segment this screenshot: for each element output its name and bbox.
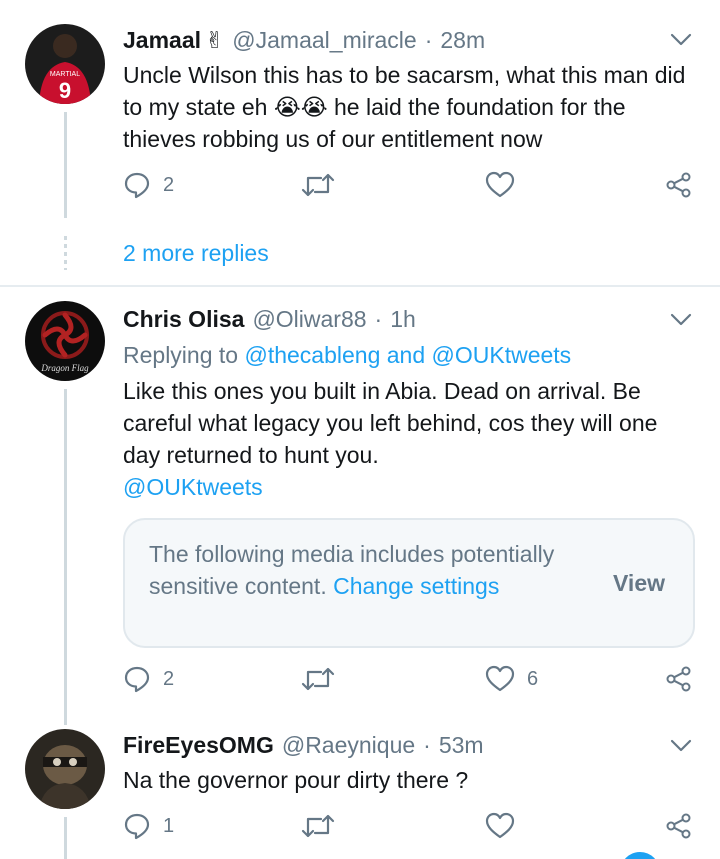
view-button[interactable]: View [613, 570, 665, 597]
share-icon [666, 666, 691, 692]
sensitive-message: The following media includes potentially… [149, 538, 569, 602]
reply-icon [124, 666, 150, 693]
avatar[interactable]: MARTIAL 9 [25, 24, 105, 104]
timestamp[interactable]: 28m [440, 27, 485, 54]
tweet-text: Like this ones you built in Abia. Dead o… [123, 378, 658, 468]
change-settings-link[interactable]: Change settings [333, 573, 499, 599]
reply-button[interactable]: 2 [123, 665, 174, 693]
jersey-number: 9 [59, 78, 71, 103]
like-button[interactable] [485, 171, 527, 199]
avatar[interactable]: Dragon Flag [25, 301, 105, 381]
like-count: 6 [527, 667, 539, 690]
tweet-header: Jamaal ✌ @Jamaal_miracle · 28m [123, 24, 700, 56]
retweet-button[interactable] [301, 171, 347, 199]
thread-line [64, 389, 67, 721]
share-button[interactable] [665, 171, 693, 199]
retweet-button[interactable] [301, 665, 347, 693]
share-button[interactable] [665, 665, 693, 693]
reply-button[interactable]: 1 [123, 812, 174, 840]
share-icon [666, 172, 691, 198]
avatar-caption: Dragon Flag [40, 363, 89, 373]
avatar-image: MARTIAL 9 [25, 24, 105, 104]
thread-line [64, 817, 67, 859]
tweet-3[interactable]: FireEyesOMG @Raeynique · 53m Na the gove… [0, 705, 720, 859]
retweet-button[interactable] [301, 812, 347, 840]
mention-link[interactable]: @OUKtweets [123, 471, 694, 503]
user-handle[interactable]: @Jamaal_miracle [232, 27, 416, 54]
reply-button[interactable]: 2 [123, 171, 174, 199]
avatar[interactable] [25, 729, 105, 809]
tweet-actions: 2 [123, 171, 703, 203]
user-handle[interactable]: @Oliwar88 [252, 306, 366, 333]
tweet-text: Na the governor pour dirty there ? [123, 767, 469, 793]
tweet-header: FireEyesOMG @Raeynique · 53m [123, 729, 700, 761]
timestamp[interactable]: 1h [390, 306, 416, 333]
heart-icon [485, 171, 515, 198]
replying-to-prefix: Replying to [123, 342, 239, 368]
replying-to: Replying to @thecableng and @OUKtweets [123, 339, 694, 371]
reply-count: 1 [163, 814, 175, 837]
timestamp[interactable]: 53m [439, 732, 484, 759]
victory-emoji: ✌ [205, 26, 225, 53]
thread-line [64, 112, 67, 218]
separator-dot: · [374, 305, 383, 332]
more-replies-link[interactable]: 2 more replies [123, 240, 269, 267]
thread-line [64, 705, 67, 725]
reply-icon [124, 813, 150, 840]
user-handle[interactable]: @Raeynique [282, 732, 415, 759]
reply-count: 2 [163, 667, 175, 690]
display-name[interactable]: Jamaal [123, 27, 201, 54]
retweet-icon [301, 667, 335, 691]
separator-dot: · [424, 26, 433, 53]
tweet-1[interactable]: MARTIAL 9 Jamaal ✌ @Jamaal_miracle · 28m… [0, 0, 720, 286]
heart-icon [485, 812, 515, 839]
sensitive-media-notice: The following media includes potentially… [123, 518, 695, 648]
thread-dots [64, 236, 67, 270]
share-icon [666, 813, 691, 839]
retweet-icon [301, 814, 335, 838]
like-button[interactable]: 6 [485, 665, 538, 693]
display-name[interactable]: FireEyesOMG [123, 732, 274, 759]
tweet-actions: 1 [123, 812, 703, 844]
chevron-down-icon[interactable] [670, 739, 692, 753]
like-button[interactable] [485, 812, 527, 840]
reply-icon [124, 172, 150, 199]
heart-icon [485, 665, 515, 692]
display-name[interactable]: Chris Olisa [123, 306, 244, 333]
chevron-down-icon[interactable] [670, 313, 692, 327]
reply-count: 2 [163, 173, 175, 196]
chevron-down-icon[interactable] [670, 33, 692, 47]
tweet-text: Uncle Wilson this has to be sacarsm, wha… [123, 62, 686, 152]
tweet-2[interactable]: Dragon Flag Chris Olisa @Oliwar88 · 1h R… [0, 287, 720, 721]
separator-dot: · [423, 731, 431, 758]
tweet-header: Chris Olisa @Oliwar88 · 1h [123, 303, 700, 335]
avatar-image [25, 729, 105, 809]
tweet-actions: 2 6 [123, 665, 703, 697]
avatar-image: Dragon Flag [25, 301, 105, 381]
jersey-label: MARTIAL [50, 71, 80, 78]
replying-to-users[interactable]: @thecableng and @OUKtweets [244, 342, 571, 368]
retweet-icon [301, 173, 335, 197]
share-button[interactable] [665, 812, 693, 840]
